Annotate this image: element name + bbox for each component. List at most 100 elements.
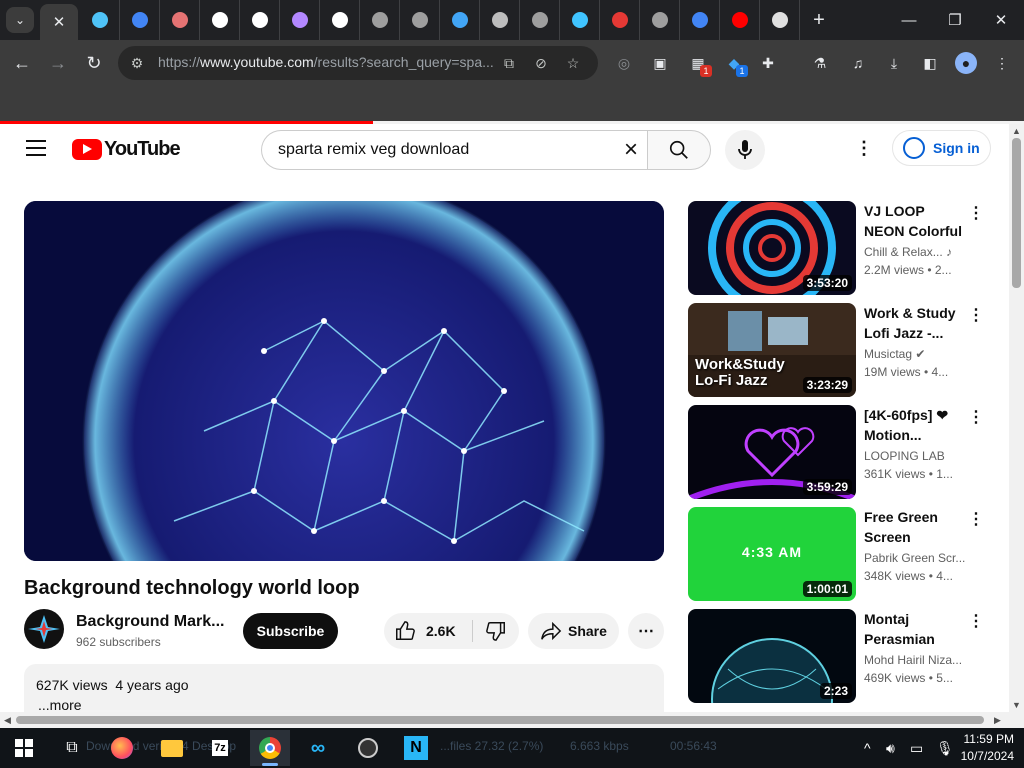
browser-menu-icon[interactable]: ⋮ xyxy=(992,53,1012,73)
site-info-icon[interactable]: ⚙ xyxy=(128,54,146,72)
url-text[interactable]: https://www.youtube.com/results?search_q… xyxy=(158,54,508,70)
network-icon[interactable]: ▭ xyxy=(910,740,923,757)
extensions-puzzle-icon[interactable]: ✚ xyxy=(758,53,778,73)
media-control-icon[interactable]: ♫ xyxy=(848,53,868,73)
recommended-channel[interactable]: Chill & Relax... ♪ xyxy=(864,245,952,259)
video-thumbnail[interactable]: 3:59:29 xyxy=(688,405,856,499)
close-tab-icon[interactable]: ✕ xyxy=(53,13,66,31)
scroll-left-arrow-icon[interactable]: ◀ xyxy=(4,715,11,726)
recommended-channel[interactable]: Mohd Hairil Niza... xyxy=(864,653,962,667)
microphone-tray-icon[interactable]: 🎙︎ xyxy=(936,740,954,757)
video-thumbnail[interactable]: 2:23 xyxy=(688,609,856,703)
forward-button[interactable]: → xyxy=(46,51,70,75)
start-button[interactable] xyxy=(4,730,44,766)
browser-tab[interactable] xyxy=(520,0,560,40)
browser-tab[interactable] xyxy=(640,0,680,40)
browser-tab[interactable] xyxy=(600,0,640,40)
extension-briefcase-icon[interactable]: ▦ 1 xyxy=(688,53,712,77)
recommended-video-title[interactable]: Work & Study Lofi Jazz -... xyxy=(864,303,964,343)
video-player[interactable] xyxy=(24,201,664,561)
bookmark-star-icon[interactable]: ☆ xyxy=(564,54,582,72)
taskbar-app[interactable]: ∞ xyxy=(298,730,338,766)
profile-avatar-icon[interactable]: ● xyxy=(955,52,977,74)
taskbar-file-explorer[interactable] xyxy=(152,730,192,766)
channel-avatar[interactable] xyxy=(24,609,64,649)
task-view-button[interactable]: ⧉ xyxy=(52,730,92,766)
subscribe-button[interactable]: Subscribe xyxy=(243,613,338,649)
recommended-channel[interactable]: Pabrik Green Scr... xyxy=(864,551,965,565)
taskbar-app-recording[interactable] xyxy=(348,730,388,766)
video-thumbnail[interactable]: 4:33 AM 1:00:01 xyxy=(688,507,856,601)
video-menu-icon[interactable]: ⋮ xyxy=(968,305,984,325)
share-button[interactable]: Share xyxy=(528,613,619,649)
vertical-scroll-thumb[interactable] xyxy=(1012,138,1021,288)
recommended-video[interactable]: 3:59:29 [4K-60fps] ❤ Motion... LOOPING LAB… xyxy=(688,405,998,499)
reload-button[interactable]: ↻ xyxy=(82,51,106,75)
recommended-video[interactable]: 3:53:20 VJ LOOP NEON Colorful Tunn... Chil… xyxy=(688,201,998,295)
labs-flask-icon[interactable]: ⚗ xyxy=(810,53,830,73)
active-tab[interactable]: ✕ xyxy=(40,4,78,40)
recommended-video-title[interactable]: VJ LOOP NEON Colorful Tunn... xyxy=(864,201,964,241)
extension-icon[interactable]: ◆ 1 xyxy=(724,53,748,77)
voice-search-button[interactable] xyxy=(725,130,765,170)
video-menu-icon[interactable]: ⋮ xyxy=(968,509,984,529)
description-box[interactable]: 627K views 4 years ago ...more xyxy=(24,664,664,712)
search-query-text[interactable]: sparta remix veg download xyxy=(278,141,469,159)
recommended-video-title[interactable]: Montaj Perasmian xyxy=(864,609,964,649)
scroll-up-arrow-icon[interactable]: ▲ xyxy=(1012,126,1021,136)
browser-tab[interactable] xyxy=(720,0,760,40)
scroll-right-arrow-icon[interactable]: ▶ xyxy=(994,715,1001,726)
taskbar-7zip[interactable]: 7z xyxy=(200,730,240,766)
recommended-video[interactable]: Work&Study Lo-Fi Jazz 3:23:29 Work & Study … xyxy=(688,303,998,397)
restore-button[interactable]: ❐ xyxy=(932,0,978,40)
browser-tab[interactable] xyxy=(320,0,360,40)
taskbar-app[interactable]: N xyxy=(396,730,436,766)
browser-tab[interactable] xyxy=(160,0,200,40)
settings-more-icon[interactable]: ⋮ xyxy=(852,136,876,160)
taskbar-firefox[interactable] xyxy=(102,730,142,766)
browser-tab[interactable] xyxy=(400,0,440,40)
recommended-video-title[interactable]: [4K-60fps] ❤ Motion... xyxy=(864,405,964,445)
back-button[interactable]: ← xyxy=(10,51,34,75)
recommended-channel[interactable]: Musictag ✔ xyxy=(864,347,925,361)
video-menu-icon[interactable]: ⋮ xyxy=(968,203,984,223)
show-hidden-icons-icon[interactable]: ^ xyxy=(864,740,871,756)
browser-tab[interactable] xyxy=(560,0,600,40)
recommended-video[interactable]: 4:33 AM 1:00:01 Free Green Screen Digital.… xyxy=(688,507,998,601)
tracking-protection-icon[interactable]: ⊘ xyxy=(532,54,550,72)
extension-icon[interactable]: ▣ xyxy=(650,53,670,73)
side-panel-icon[interactable]: ◧ xyxy=(920,53,940,73)
scroll-down-arrow-icon[interactable]: ▼ xyxy=(1012,700,1021,710)
video-thumbnail[interactable]: 3:53:20 xyxy=(688,201,856,295)
extension-icon[interactable]: ◎ xyxy=(614,53,634,73)
sign-in-button[interactable]: Sign in xyxy=(892,130,991,166)
browser-tab[interactable] xyxy=(200,0,240,40)
recommended-video-title[interactable]: Free Green Screen Digital... xyxy=(864,507,964,547)
search-button[interactable] xyxy=(647,130,711,170)
guide-menu-icon[interactable] xyxy=(26,140,46,156)
recommended-channel[interactable]: LOOPING LAB xyxy=(864,449,945,463)
youtube-logo[interactable]: YouTube xyxy=(72,138,181,160)
clear-search-icon[interactable]: × xyxy=(618,136,644,163)
volume-icon[interactable]: 🔊︎ xyxy=(886,740,895,757)
taskbar-chrome[interactable] xyxy=(250,730,290,766)
clock-time[interactable]: 11:59 PM xyxy=(958,732,1014,746)
recommended-video[interactable]: 2:23 Montaj Perasmian Mohd Hairil Niza... … xyxy=(688,609,998,703)
browser-tab[interactable] xyxy=(680,0,720,40)
clock-date[interactable]: 10/7/2024 xyxy=(958,749,1014,763)
close-window-button[interactable]: ✕ xyxy=(978,0,1024,40)
dislike-button[interactable] xyxy=(473,613,519,649)
download-icon[interactable]: ⤓ xyxy=(884,53,904,73)
search-input[interactable]: sparta remix veg download × xyxy=(261,130,647,170)
browser-tab[interactable] xyxy=(760,0,800,40)
video-thumbnail[interactable]: Work&Study Lo-Fi Jazz 3:23:29 xyxy=(688,303,856,397)
browser-tab[interactable] xyxy=(120,0,160,40)
tab-search-button[interactable]: ⌄ xyxy=(6,7,34,33)
browser-tab[interactable] xyxy=(480,0,520,40)
vertical-scrollbar[interactable]: ▲ ▼ xyxy=(1009,124,1024,712)
horizontal-scroll-thumb[interactable] xyxy=(16,716,984,724)
address-bar[interactable]: ⚙ https://www.youtube.com/results?search… xyxy=(118,46,598,80)
new-tab-button[interactable]: + xyxy=(806,8,832,32)
browser-tab[interactable] xyxy=(240,0,280,40)
channel-name[interactable]: Background Mark... xyxy=(76,613,224,631)
